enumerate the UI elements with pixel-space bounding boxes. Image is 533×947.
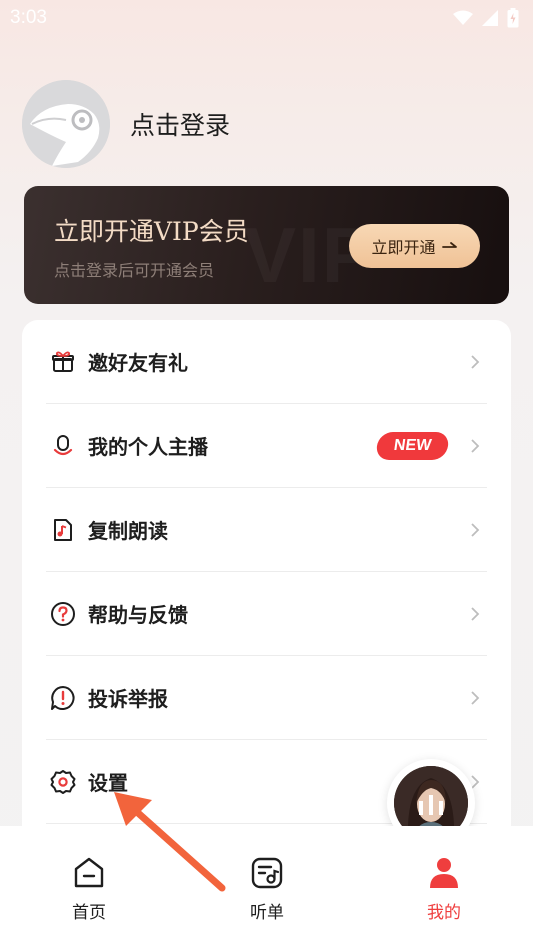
chevron-right-icon: [471, 438, 480, 453]
nav-label: 听单: [250, 903, 284, 923]
vip-subtitle: 点击登录后可开通会员: [54, 261, 215, 280]
chevron-right-icon: [471, 690, 480, 705]
report-icon: [50, 685, 76, 711]
battery-icon: [507, 8, 519, 28]
menu-item-label: 复制朗读: [88, 519, 168, 543]
menu-item-report[interactable]: 投诉举报: [22, 656, 511, 739]
home-icon: [74, 857, 104, 888]
nav-profile[interactable]: 我的: [399, 856, 489, 923]
bottom-nav: 首页 听单 我的: [0, 826, 533, 947]
login-prompt[interactable]: 点击登录: [130, 106, 230, 142]
arrow-right-icon: [441, 242, 457, 248]
vip-banner[interactable]: VIP 立即开通VIP会员 点击登录后可开通会员 立即开通: [24, 186, 509, 304]
gear-icon: [50, 769, 76, 795]
playlist-icon: [251, 857, 283, 889]
vip-title: 立即开通VIP会员: [54, 217, 249, 246]
nav-label: 我的: [427, 903, 461, 923]
help-icon: [50, 601, 76, 627]
nav-playlist[interactable]: 听单: [222, 856, 312, 923]
nav-label: 首页: [72, 903, 106, 923]
status-time: 3:03: [10, 7, 47, 28]
profile-icon: [430, 858, 458, 888]
avatar[interactable]: [22, 80, 110, 168]
microphone-icon: [50, 433, 76, 459]
signal-icon: [482, 10, 498, 26]
chevron-right-icon: [471, 354, 480, 369]
nav-home[interactable]: 首页: [44, 856, 134, 923]
chevron-right-icon: [471, 522, 480, 537]
status-bar: 3:03: [0, 0, 533, 36]
menu-item-label: 投诉举报: [88, 687, 168, 711]
menu-item-label: 帮助与反馈: [88, 603, 188, 627]
menu-item-my-anchor[interactable]: 我的个人主播 NEW: [22, 404, 511, 487]
menu-item-label: 邀好友有礼: [88, 351, 188, 375]
menu-item-label: 我的个人主播: [88, 435, 208, 459]
wifi-icon: [453, 10, 473, 25]
vip-button-label: 立即开通: [371, 238, 436, 257]
chevron-right-icon: [471, 606, 480, 621]
gift-icon: [50, 349, 76, 375]
menu-item-help[interactable]: 帮助与反馈: [22, 572, 511, 655]
status-icons: [453, 8, 519, 28]
audio-playing-icon: [419, 795, 443, 815]
new-badge: NEW: [375, 431, 450, 460]
music-document-icon: [50, 517, 76, 543]
vip-activate-button[interactable]: 立即开通: [349, 224, 480, 268]
menu-item-label: 设置: [88, 771, 128, 795]
menu-item-copy-read[interactable]: 复制朗读: [22, 488, 511, 571]
default-avatar-icon: [22, 80, 110, 168]
menu-item-invite[interactable]: 邀好友有礼: [22, 320, 511, 403]
